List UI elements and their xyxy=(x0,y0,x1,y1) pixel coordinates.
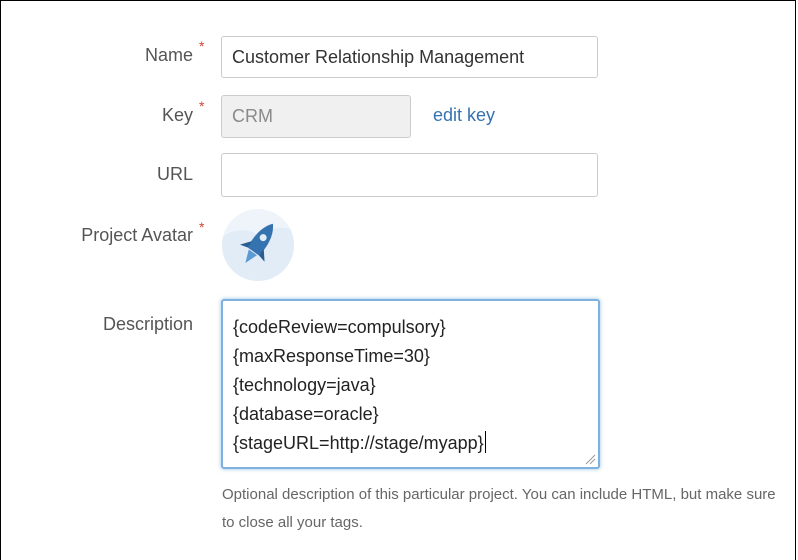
name-input[interactable]: Customer Relationship Management xyxy=(221,36,598,78)
description-line: {codeReview=compulsory} xyxy=(233,317,446,337)
name-required-mark: * xyxy=(199,38,205,54)
key-input: CRM xyxy=(221,95,411,138)
description-label: Description xyxy=(102,314,193,334)
key-input-value: CRM xyxy=(232,106,273,126)
description-last-line: {stageURL=http://stage/myapp} xyxy=(233,429,588,458)
form-panel: Name * Customer Relationship Management … xyxy=(0,0,796,560)
description-textarea[interactable]: {codeReview=compulsory} {maxResponseTime… xyxy=(221,299,600,469)
resize-handle-icon[interactable] xyxy=(584,453,596,465)
description-help-text: Optional description of this particular … xyxy=(222,486,776,531)
description-line: {technology=java} xyxy=(233,375,376,395)
project-avatar-label: Project Avatar xyxy=(81,225,193,245)
key-label: Key xyxy=(161,105,193,125)
description-line: {stageURL=http://stage/myapp} xyxy=(233,433,484,453)
project-avatar-required-mark: * xyxy=(199,219,205,235)
rocket-icon xyxy=(222,223,294,281)
key-required-mark: * xyxy=(199,98,205,114)
name-input-value: Customer Relationship Management xyxy=(232,46,525,67)
project-avatar[interactable] xyxy=(222,209,294,281)
url-input[interactable] xyxy=(221,153,598,197)
name-label: Name xyxy=(144,45,193,65)
url-label: URL xyxy=(156,164,193,184)
edit-key-link[interactable]: edit key xyxy=(433,105,495,126)
description-line: {database=oracle} xyxy=(233,404,379,424)
text-caret xyxy=(484,431,486,453)
description-line: {maxResponseTime=30} xyxy=(233,346,430,366)
